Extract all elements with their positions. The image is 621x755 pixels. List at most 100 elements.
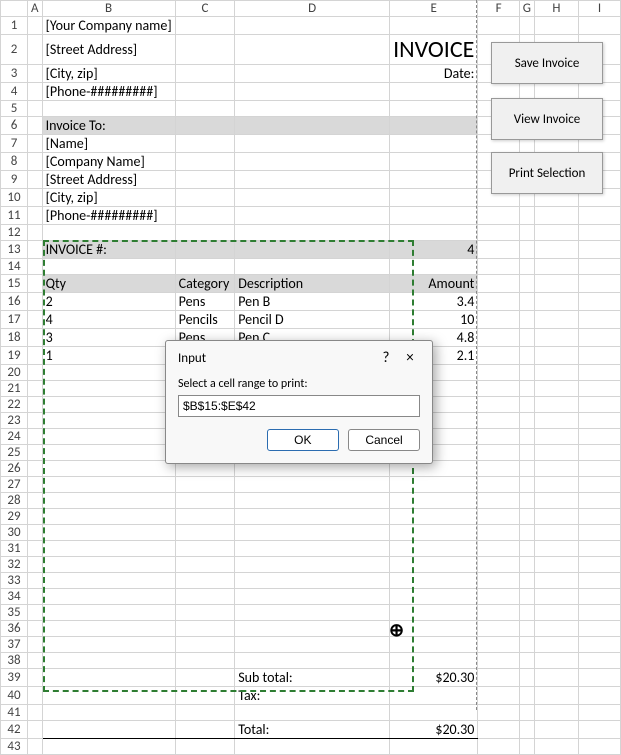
cell-H35[interactable] xyxy=(534,605,578,621)
cell-A38[interactable] xyxy=(28,653,43,669)
row-head-7[interactable]: 7 xyxy=(1,135,28,153)
row-head-40[interactable]: 40 xyxy=(1,687,28,705)
cell-D28[interactable] xyxy=(235,493,390,509)
cell-F37[interactable] xyxy=(478,637,519,653)
row-head-11[interactable]: 11 xyxy=(1,207,28,225)
cell-I38[interactable] xyxy=(578,653,620,669)
cell-A7[interactable] xyxy=(28,135,43,153)
cell-B22[interactable] xyxy=(42,397,175,413)
cell-G30[interactable] xyxy=(519,525,534,541)
cell-H22[interactable] xyxy=(534,397,578,413)
cell-C7[interactable] xyxy=(175,135,235,153)
cell-E15[interactable]: Amount xyxy=(390,275,478,293)
cell-H33[interactable] xyxy=(534,573,578,589)
cell-F19[interactable] xyxy=(478,347,519,365)
cell-G19[interactable] xyxy=(519,347,534,365)
cell-A43[interactable] xyxy=(28,739,43,755)
cell-E27[interactable] xyxy=(390,477,478,493)
cell-D35[interactable] xyxy=(235,605,390,621)
cell-E35[interactable] xyxy=(390,605,478,621)
cell-A3[interactable] xyxy=(28,65,43,83)
cell-D17[interactable]: Pencil D xyxy=(235,311,390,329)
row-head-16[interactable]: 16 xyxy=(1,293,28,311)
row-head-31[interactable]: 31 xyxy=(1,541,28,557)
cell-F21[interactable] xyxy=(478,381,519,397)
cell-H17[interactable] xyxy=(534,311,578,329)
cell-I32[interactable] xyxy=(578,557,620,573)
cell-F18[interactable] xyxy=(478,329,519,347)
cell-F33[interactable] xyxy=(478,573,519,589)
cell-F32[interactable] xyxy=(478,557,519,573)
cell-H26[interactable] xyxy=(534,461,578,477)
cell-H36[interactable] xyxy=(534,621,578,637)
cell-F27[interactable] xyxy=(478,477,519,493)
cell-H37[interactable] xyxy=(534,637,578,653)
col-head-H[interactable]: H xyxy=(534,1,578,17)
row-head-1[interactable]: 1 xyxy=(1,17,28,35)
cell-G40[interactable] xyxy=(519,687,534,705)
cell-G42[interactable] xyxy=(519,721,534,739)
cell-G32[interactable] xyxy=(519,557,534,573)
cell-H38[interactable] xyxy=(534,653,578,669)
cell-A22[interactable] xyxy=(28,397,43,413)
cell-D14[interactable] xyxy=(235,259,390,275)
cell-A10[interactable] xyxy=(28,189,43,207)
cell-E31[interactable] xyxy=(390,541,478,557)
cell-A4[interactable] xyxy=(28,83,43,101)
cell-B12[interactable] xyxy=(42,225,175,241)
cell-B42[interactable] xyxy=(42,721,175,739)
cell-F1[interactable] xyxy=(478,17,519,35)
cell-C15[interactable]: Category xyxy=(175,275,235,293)
cell-B16[interactable]: 2 xyxy=(42,293,175,311)
cell-E11[interactable] xyxy=(390,207,478,225)
cell-A1[interactable] xyxy=(28,17,43,35)
cell-G22[interactable] xyxy=(519,397,534,413)
cell-I37[interactable] xyxy=(578,637,620,653)
cell-B1[interactable]: [Your Company name] xyxy=(42,17,175,35)
cell-I36[interactable] xyxy=(578,621,620,637)
row-head-17[interactable]: 17 xyxy=(1,311,28,329)
cell-A19[interactable] xyxy=(28,347,43,365)
cell-E10[interactable] xyxy=(390,189,478,207)
cell-H1[interactable] xyxy=(534,17,578,35)
cell-H30[interactable] xyxy=(534,525,578,541)
cell-F15[interactable] xyxy=(478,275,519,293)
cell-E4[interactable] xyxy=(390,83,478,101)
row-head-15[interactable]: 15 xyxy=(1,275,28,293)
cell-A30[interactable] xyxy=(28,525,43,541)
row-head-2[interactable]: 2 xyxy=(1,35,28,65)
cell-I43[interactable] xyxy=(578,739,620,755)
cell-I31[interactable] xyxy=(578,541,620,557)
cell-F41[interactable] xyxy=(478,705,519,721)
ok-button[interactable]: OK xyxy=(267,429,339,451)
cell-E9[interactable] xyxy=(390,171,478,189)
cell-C5[interactable] xyxy=(175,101,235,117)
cell-A33[interactable] xyxy=(28,573,43,589)
cell-D33[interactable] xyxy=(235,573,390,589)
cell-I1[interactable] xyxy=(578,17,620,35)
cell-D5[interactable] xyxy=(235,101,390,117)
cell-G18[interactable] xyxy=(519,329,534,347)
cell-G31[interactable] xyxy=(519,541,534,557)
cell-H24[interactable] xyxy=(534,429,578,445)
cell-B21[interactable] xyxy=(42,381,175,397)
cell-D27[interactable] xyxy=(235,477,390,493)
cell-B2[interactable]: [Street Address] xyxy=(42,35,175,65)
cell-I15[interactable] xyxy=(578,275,620,293)
cell-F12[interactable] xyxy=(478,225,519,241)
cell-G24[interactable] xyxy=(519,429,534,445)
cell-D3[interactable] xyxy=(235,65,390,83)
cell-H29[interactable] xyxy=(534,509,578,525)
cell-B34[interactable] xyxy=(42,589,175,605)
cell-C13[interactable] xyxy=(175,241,235,259)
cell-D29[interactable] xyxy=(235,509,390,525)
cell-F23[interactable] xyxy=(478,413,519,429)
cell-I40[interactable] xyxy=(578,687,620,705)
cell-F17[interactable] xyxy=(478,311,519,329)
cell-E41[interactable] xyxy=(390,705,478,721)
cell-B17[interactable]: 4 xyxy=(42,311,175,329)
row-head-29[interactable]: 29 xyxy=(1,509,28,525)
cell-G41[interactable] xyxy=(519,705,534,721)
cell-B41[interactable] xyxy=(42,705,175,721)
cell-D40[interactable]: Tax: xyxy=(235,687,390,705)
